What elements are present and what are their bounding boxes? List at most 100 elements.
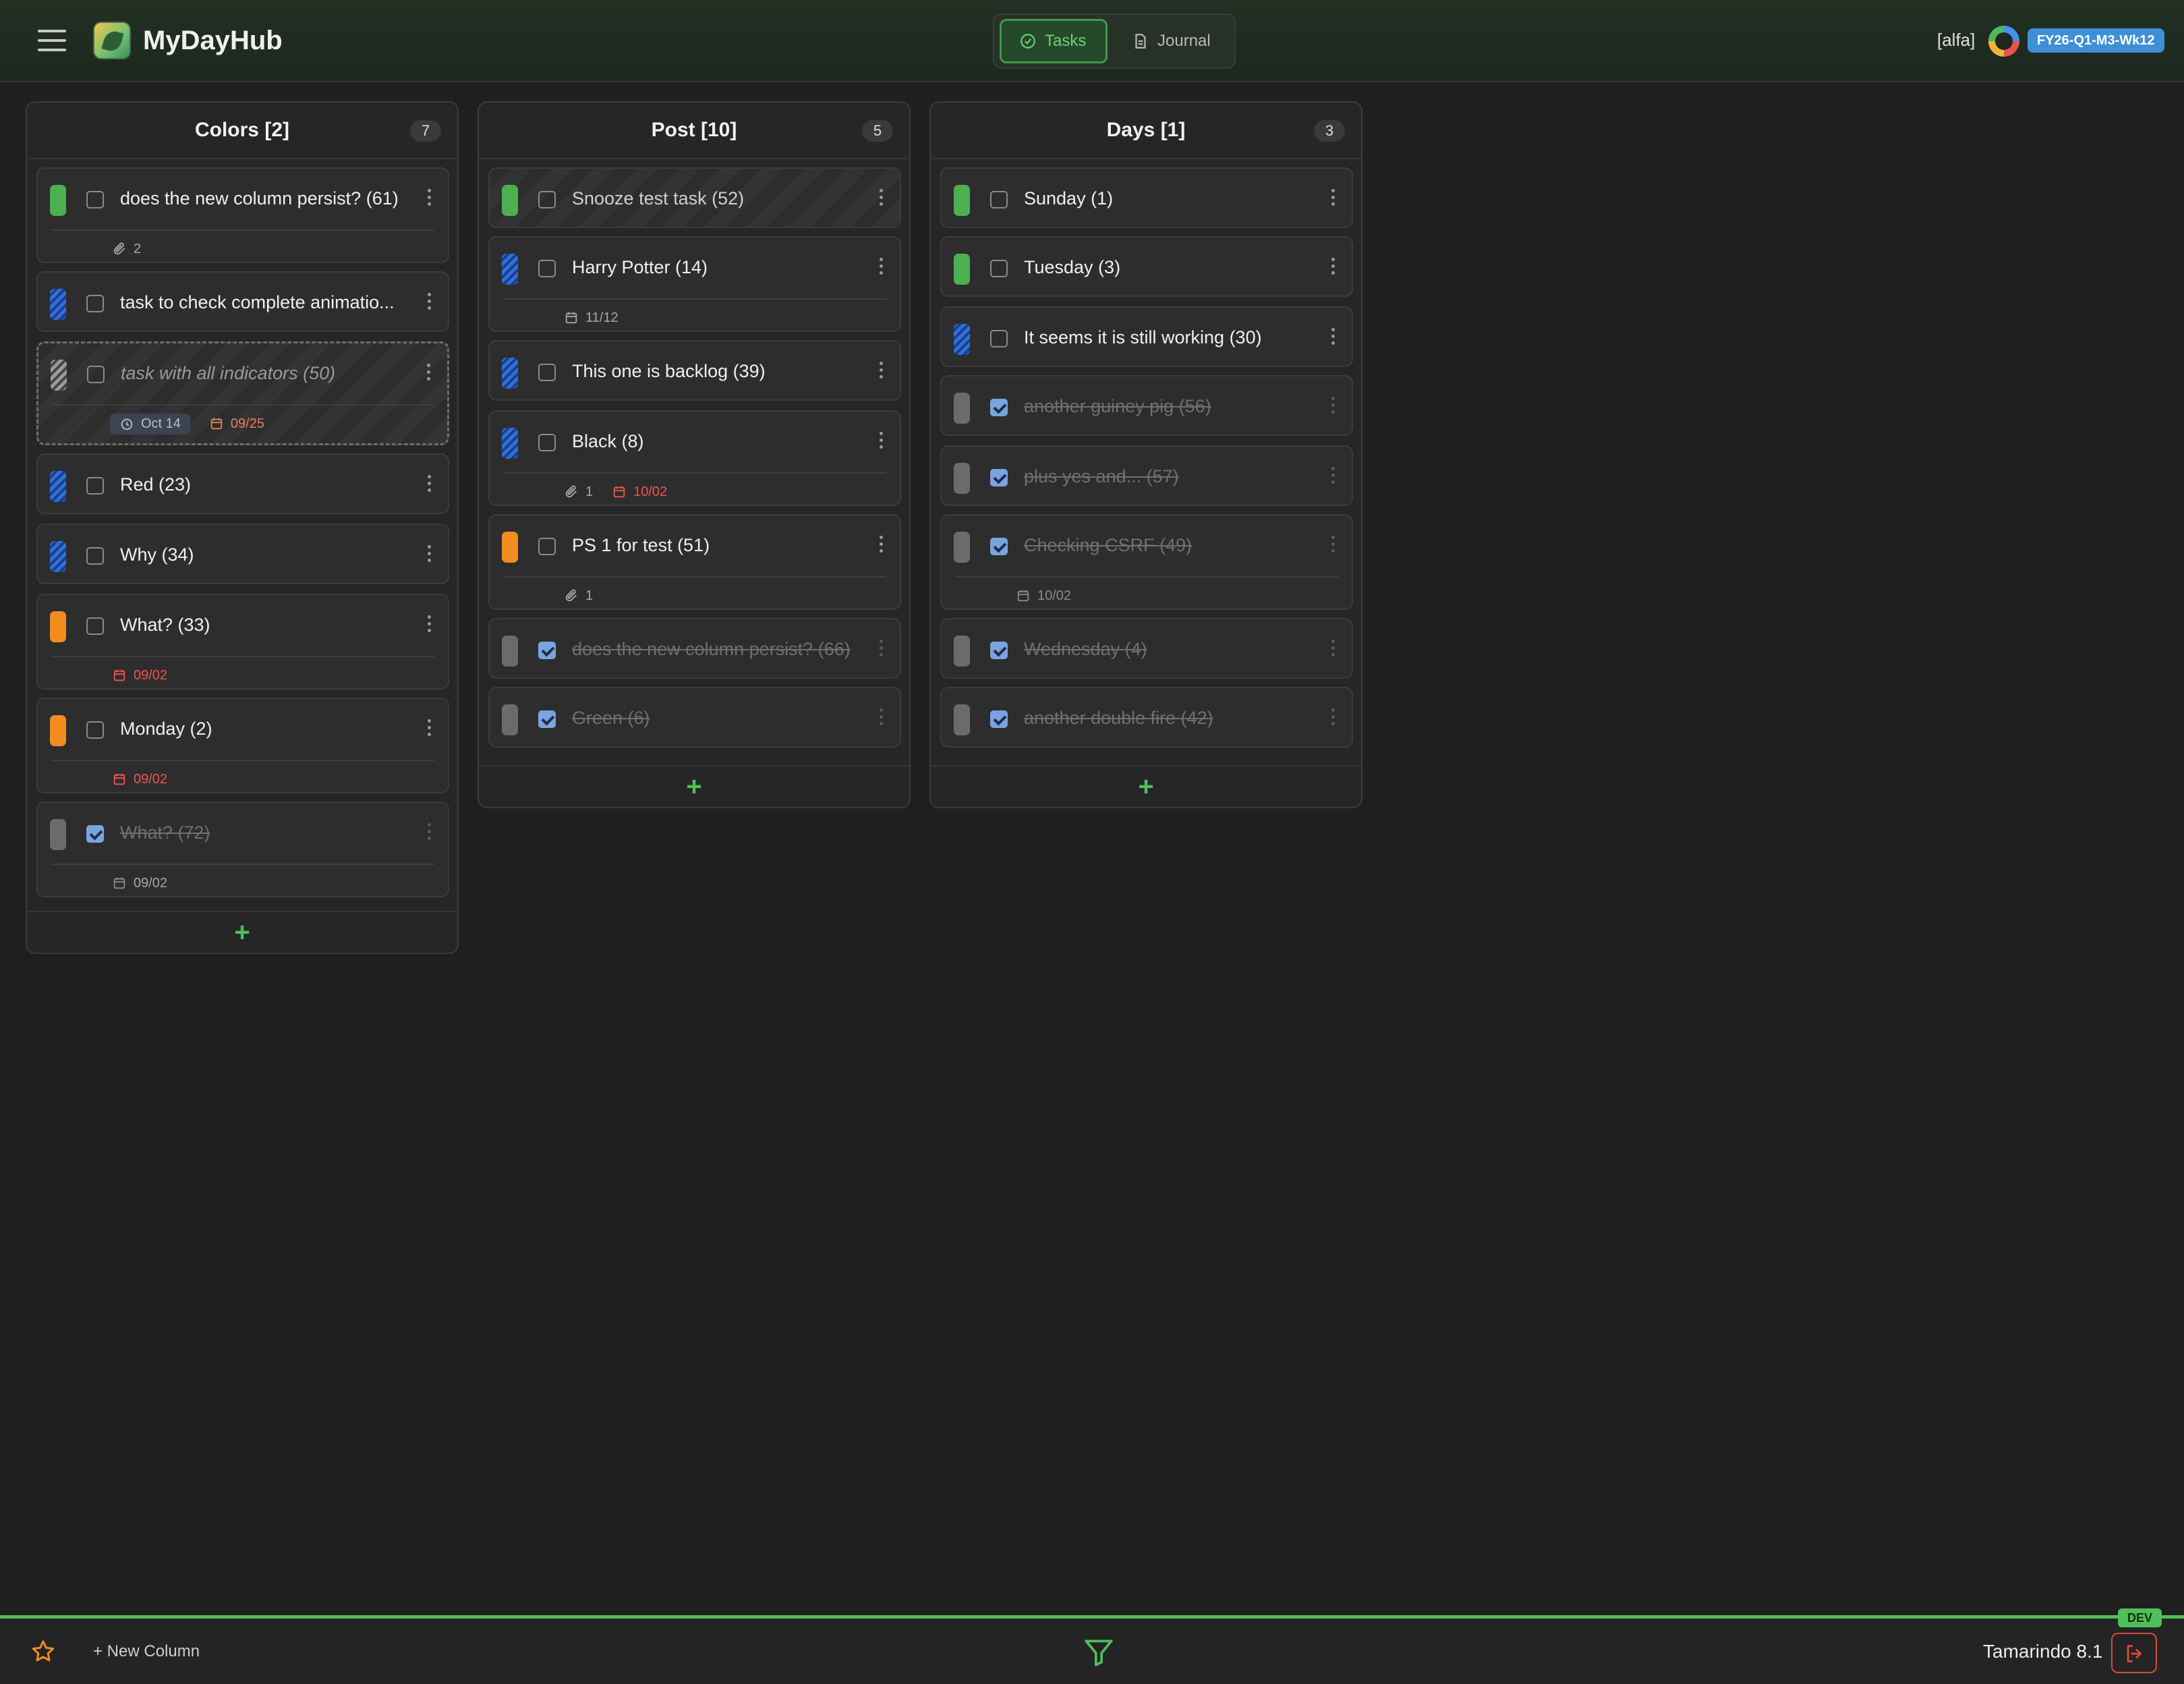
more-icon[interactable] <box>1330 708 1337 729</box>
task-title[interactable]: What? (33) <box>120 615 417 636</box>
add-task-button[interactable]: + <box>682 773 706 800</box>
task-title[interactable]: Red (23) <box>120 474 417 495</box>
priority-bar[interactable] <box>502 254 518 285</box>
task-card[interactable]: Black (8) 1 10/02 <box>488 410 901 506</box>
more-icon[interactable] <box>878 640 885 660</box>
task-title[interactable]: Snooze test task (52) <box>572 188 869 209</box>
task-title[interactable]: Green (6) <box>572 708 869 729</box>
task-checkbox[interactable] <box>538 538 556 555</box>
task-title[interactable]: What? (72) <box>120 822 417 843</box>
task-title[interactable]: Why (34) <box>120 544 417 565</box>
task-checkbox[interactable] <box>86 191 104 208</box>
task-checkbox[interactable] <box>990 538 1008 555</box>
more-icon[interactable] <box>426 545 433 565</box>
priority-bar[interactable] <box>50 185 66 216</box>
more-icon[interactable] <box>1330 467 1337 487</box>
task-checkbox[interactable] <box>538 260 556 277</box>
priority-bar[interactable] <box>50 541 66 572</box>
task-card-completed[interactable]: Wednesday (4) <box>940 618 1353 679</box>
task-checkbox[interactable] <box>538 642 556 659</box>
task-card-completed[interactable]: another guiney pig (56) <box>940 375 1353 436</box>
task-card[interactable]: Tuesday (3) <box>940 236 1353 297</box>
task-title[interactable]: another guiney pig (56) <box>1024 396 1321 417</box>
column-title[interactable]: Days [1] <box>931 119 1361 142</box>
attachment-indicator[interactable]: 1 <box>564 484 593 500</box>
task-checkbox[interactable] <box>990 330 1008 347</box>
task-title[interactable]: plus yes and... (57) <box>1024 466 1321 487</box>
due-date-indicator[interactable]: 09/02 <box>112 668 167 683</box>
priority-bar[interactable] <box>502 185 518 216</box>
more-icon[interactable] <box>878 432 885 452</box>
snooze-indicator[interactable]: Oct 14 <box>110 413 190 434</box>
task-checkbox[interactable] <box>538 710 556 728</box>
priority-bar[interactable] <box>954 393 970 424</box>
task-card[interactable]: It seems it is still working (30) <box>940 306 1353 367</box>
more-icon[interactable] <box>878 708 885 729</box>
task-title[interactable]: Tuesday (3) <box>1024 257 1321 278</box>
priority-bar[interactable] <box>50 471 66 502</box>
priority-bar[interactable] <box>502 532 518 563</box>
task-title[interactable]: Sunday (1) <box>1024 188 1321 209</box>
task-card-completed[interactable]: Checking CSRF (49) 10/02 <box>940 514 1353 610</box>
task-checkbox[interactable] <box>86 721 104 739</box>
task-title[interactable]: task to check complete animatio... <box>120 292 417 313</box>
journal-view-button[interactable]: Journal <box>1114 19 1230 63</box>
priority-bar[interactable] <box>954 254 970 285</box>
column-title[interactable]: Colors [2] <box>27 119 457 142</box>
task-checkbox[interactable] <box>990 191 1008 208</box>
filter-icon[interactable] <box>1082 1635 1116 1669</box>
progress-ring-icon[interactable] <box>1988 26 2019 57</box>
task-card-completed[interactable]: does the new column persist? (66) <box>488 618 901 679</box>
task-checkbox[interactable] <box>990 469 1008 486</box>
task-checkbox[interactable] <box>86 477 104 495</box>
priority-bar[interactable] <box>954 532 970 563</box>
more-icon[interactable] <box>1330 536 1337 556</box>
task-card-snoozed[interactable]: Snooze test task (52) <box>488 167 901 228</box>
task-card[interactable]: What? (33) 09/02 <box>36 594 449 690</box>
add-task-button[interactable]: + <box>1134 773 1158 800</box>
tasks-view-button[interactable]: Tasks <box>1000 19 1108 63</box>
more-icon[interactable] <box>426 475 433 495</box>
priority-bar[interactable] <box>954 463 970 494</box>
task-checkbox[interactable] <box>538 364 556 381</box>
task-checkbox[interactable] <box>990 710 1008 728</box>
task-title[interactable]: Harry Potter (14) <box>572 257 869 278</box>
more-icon[interactable] <box>426 293 433 313</box>
priority-bar[interactable] <box>954 324 970 355</box>
task-checkbox[interactable] <box>990 642 1008 659</box>
task-title[interactable]: It seems it is still working (30) <box>1024 327 1321 348</box>
priority-bar[interactable] <box>502 358 518 389</box>
task-title[interactable]: Checking CSRF (49) <box>1024 535 1321 556</box>
task-checkbox[interactable] <box>87 366 105 383</box>
more-icon[interactable] <box>426 823 433 843</box>
task-card-snoozed[interactable]: task with all indicators (50) Oct 14 09/… <box>36 341 449 445</box>
priority-bar[interactable] <box>954 636 970 667</box>
attachment-indicator[interactable]: 2 <box>112 242 141 257</box>
task-title[interactable]: Monday (2) <box>120 719 417 739</box>
task-title[interactable]: This one is backlog (39) <box>572 361 869 382</box>
priority-bar[interactable] <box>502 428 518 459</box>
task-card-completed[interactable]: Green (6) <box>488 687 901 748</box>
task-checkbox[interactable] <box>990 260 1008 277</box>
task-card[interactable]: This one is backlog (39) <box>488 340 901 401</box>
task-card[interactable]: PS 1 for test (51) 1 <box>488 514 901 610</box>
task-card[interactable]: does the new column persist? (61) 2 <box>36 167 449 263</box>
due-date-indicator[interactable]: 11/12 <box>564 310 619 326</box>
priority-bar[interactable] <box>50 715 66 746</box>
task-title[interactable]: Black (8) <box>572 431 869 452</box>
due-date-indicator[interactable]: 09/02 <box>112 772 167 787</box>
menu-icon[interactable] <box>38 30 66 51</box>
more-icon[interactable] <box>426 719 433 739</box>
logout-button[interactable] <box>2111 1633 2157 1673</box>
attachment-indicator[interactable]: 1 <box>564 588 593 604</box>
new-column-button[interactable]: + New Column <box>93 1642 200 1661</box>
due-date-indicator[interactable]: 10/02 <box>1016 588 1071 604</box>
due-date-indicator[interactable]: 10/02 <box>612 484 667 500</box>
more-icon[interactable] <box>878 362 885 382</box>
more-icon[interactable] <box>878 189 885 209</box>
priority-bar[interactable] <box>50 289 66 320</box>
task-card[interactable]: Monday (2) 09/02 <box>36 698 449 793</box>
more-icon[interactable] <box>1330 189 1337 209</box>
star-icon[interactable] <box>30 1638 57 1665</box>
task-title[interactable]: another double fire (42) <box>1024 708 1321 729</box>
